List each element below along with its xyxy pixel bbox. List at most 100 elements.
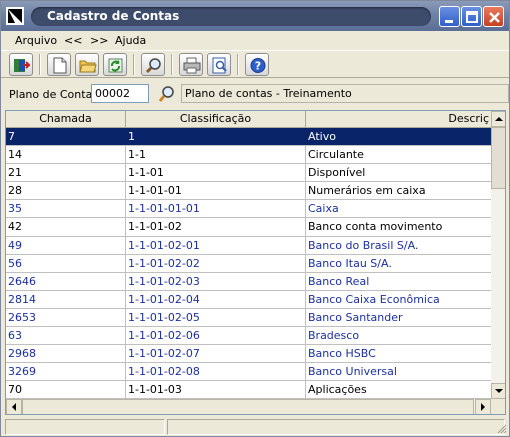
table-row[interactable]: 21 1-1-01 Disponível xyxy=(6,164,491,183)
cell-chamada: 2968 xyxy=(6,345,126,363)
cell-chamada: 35 xyxy=(6,200,126,218)
table-row[interactable]: 2814 1-1-01-02-04 Banco Caixa Econômica xyxy=(6,290,491,309)
table-row[interactable]: 56 1-1-01-02-02 Banco Itau S/A. xyxy=(6,254,491,273)
table-row[interactable]: 70 1-1-01-03 Aplicações xyxy=(6,381,491,400)
cell-descricao: Banco HSBC xyxy=(308,347,376,361)
table-row[interactable]: 3269 1-1-01-02-08 Banco Universal xyxy=(6,363,491,382)
cell-descricao: Aplicações xyxy=(308,383,367,397)
main-window: Cadastro de Contas Arquivo << >> Ajuda ?… xyxy=(0,0,510,437)
cell-descricao: Circulante xyxy=(308,148,364,162)
horizontal-scroll-thumb[interactable] xyxy=(22,399,474,414)
cell-chamada: 2646 xyxy=(6,272,126,290)
scroll-right-button[interactable] xyxy=(475,399,491,414)
cell-classificacao: 1 xyxy=(126,128,306,146)
print-preview-icon xyxy=(212,57,227,74)
plano-contas-code-field[interactable]: 00002 xyxy=(91,84,149,103)
toolbar-separator xyxy=(237,54,239,75)
search-plano-icon[interactable] xyxy=(158,85,176,103)
cell-descricao: Banco do Brasil S/A. xyxy=(308,238,419,252)
grid-header: Chamada Classificação Descriç xyxy=(6,111,491,128)
grid-rows: 7 1 Ativo 14 1-1 Circulante 21 1-1-01 Disponível… xyxy=(6,128,491,400)
maximize-icon xyxy=(466,11,478,23)
cell-chamada: 3269 xyxy=(6,363,126,381)
cell-descricao: Bradesco xyxy=(308,329,360,343)
status-panel-left xyxy=(5,419,165,435)
print-icon xyxy=(183,57,201,74)
table-row[interactable]: 49 1-1-01-02-01 Banco do Brasil S/A. xyxy=(6,236,491,255)
cell-chamada: 28 xyxy=(6,182,126,200)
scrollbar-corner xyxy=(491,399,505,414)
cell-classificacao: 1-1-01-02-06 xyxy=(126,327,306,345)
refresh-button[interactable] xyxy=(103,53,127,76)
print-button[interactable] xyxy=(179,53,203,76)
arrow-up-icon xyxy=(495,117,503,121)
cell-chamada: 49 xyxy=(6,236,126,254)
table-row[interactable]: 2653 1-1-01-02-05 Banco Santander xyxy=(6,308,491,328)
scroll-left-button[interactable] xyxy=(6,399,22,414)
table-row[interactable]: 28 1-1-01-01 Numerários em caixa xyxy=(6,182,491,201)
vertical-scrollbar[interactable] xyxy=(491,111,505,399)
cell-descricao: Disponível xyxy=(308,166,366,180)
table-row[interactable]: 35 1-1-01-01-01 Caixa xyxy=(6,200,491,219)
table-row[interactable]: 42 1-1-01-02 Banco conta movimento xyxy=(6,218,491,237)
column-header-descricao[interactable]: Descriç xyxy=(306,111,491,128)
menu-next[interactable]: >> xyxy=(90,34,108,47)
cell-classificacao: 1-1-01-02-04 xyxy=(126,290,306,308)
cell-classificacao: 1-1-01-02-01 xyxy=(126,236,306,254)
cell-classificacao: 1-1-01-02-08 xyxy=(126,363,306,381)
close-button[interactable] xyxy=(483,6,504,27)
arrow-right-icon xyxy=(481,403,485,411)
column-header-chamada[interactable]: Chamada xyxy=(6,111,126,128)
toolbar-separator xyxy=(171,54,173,75)
cell-descricao: Banco Itau S/A. xyxy=(308,256,392,270)
column-header-classificacao[interactable]: Classificação xyxy=(126,111,306,128)
app-logo-icon[interactable] xyxy=(6,7,24,25)
cell-chamada: 2814 xyxy=(6,290,126,308)
resize-grip-icon[interactable] xyxy=(495,422,507,434)
plano-contas-row: Plano de Contas 00002 Plano de contas - … xyxy=(1,81,509,107)
minimize-button[interactable] xyxy=(439,6,460,27)
menu-previous[interactable]: << xyxy=(64,34,82,47)
status-panel-right xyxy=(167,419,505,435)
scroll-up-button[interactable] xyxy=(491,111,505,127)
cell-chamada: 7 xyxy=(6,128,126,146)
cell-descricao: Banco Caixa Econômica xyxy=(308,292,440,306)
toolbar: ? xyxy=(1,50,509,78)
table-row[interactable]: 2968 1-1-01-02-07 Banco HSBC xyxy=(6,345,491,364)
search-icon xyxy=(145,58,161,74)
cell-classificacao: 1-1-01-02-07 xyxy=(126,345,306,363)
cell-chamada: 21 xyxy=(6,164,126,182)
cell-classificacao: 1-1-01-01-01 xyxy=(126,200,306,218)
table-row[interactable]: 14 1-1 Circulante xyxy=(6,146,491,165)
cell-classificacao: 1-1-01-02-02 xyxy=(126,254,306,272)
scroll-down-button[interactable] xyxy=(491,383,505,399)
window-title: Cadastro de Contas xyxy=(47,9,180,23)
menu-ajuda[interactable]: Ajuda xyxy=(115,34,146,47)
cell-classificacao: 1-1-01-02-03 xyxy=(126,272,306,290)
new-button[interactable] xyxy=(47,53,71,76)
table-row[interactable]: 63 1-1-01-02-06 Bradesco xyxy=(6,327,491,346)
open-button[interactable] xyxy=(75,53,99,76)
exit-button[interactable] xyxy=(9,53,33,76)
plano-contas-description: Plano de contas - Treinamento xyxy=(181,84,509,103)
horizontal-scrollbar[interactable] xyxy=(6,399,491,414)
svg-text:?: ? xyxy=(255,60,261,73)
menu-arquivo[interactable]: Arquivo xyxy=(15,34,57,47)
vertical-scroll-thumb[interactable] xyxy=(491,127,505,189)
table-row[interactable]: 7 1 Ativo xyxy=(6,128,491,147)
cell-chamada: 14 xyxy=(6,146,126,164)
cell-descricao: Caixa xyxy=(308,202,339,216)
print-preview-button[interactable] xyxy=(207,53,231,76)
exit-icon xyxy=(14,59,31,72)
plano-contas-label: Plano de Contas xyxy=(9,88,99,101)
menu-bar: Arquivo << >> Ajuda xyxy=(1,31,509,49)
toolbar-separator xyxy=(133,54,135,75)
title-bar[interactable]: Cadastro de Contas xyxy=(1,1,509,31)
help-button[interactable]: ? xyxy=(245,53,269,76)
close-icon xyxy=(489,12,500,23)
arrow-down-icon xyxy=(495,389,503,393)
search-button[interactable] xyxy=(141,53,165,76)
accounts-grid[interactable]: Chamada Classificação Descriç 7 1 Ativo 14 1… xyxy=(5,110,506,415)
table-row[interactable]: 2646 1-1-01-02-03 Banco Real xyxy=(6,272,491,291)
maximize-button[interactable] xyxy=(461,6,482,27)
